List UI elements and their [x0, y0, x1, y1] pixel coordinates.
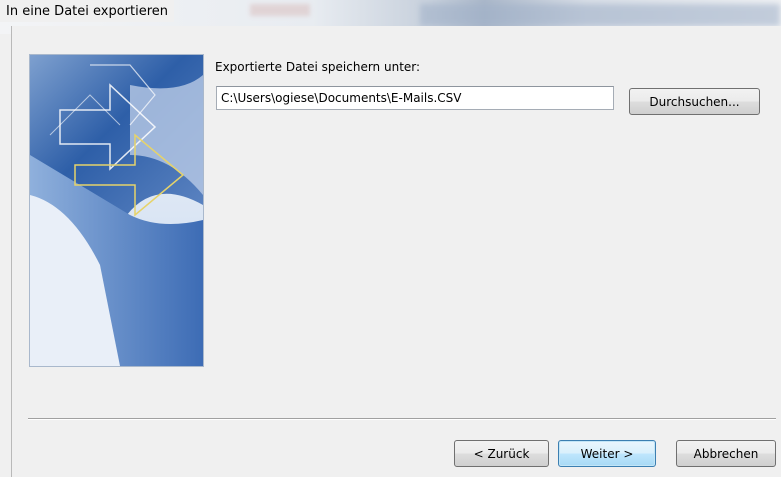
- window-title-bar[interactable]: In eine Datei exportieren: [0, 0, 175, 22]
- export-wizard-banner-icon: [30, 55, 203, 366]
- export-path-input[interactable]: [216, 86, 614, 110]
- background-blur: [250, 4, 310, 16]
- footer-separator: [28, 418, 776, 420]
- back-button[interactable]: < Zurück: [454, 440, 549, 467]
- next-button[interactable]: Weiter >: [558, 440, 656, 467]
- browse-button[interactable]: Durchsuchen...: [629, 88, 760, 115]
- save-location-label: Exportierte Datei speichern unter:: [215, 60, 421, 74]
- background-blur: [420, 4, 780, 26]
- cancel-button[interactable]: Abbrechen: [676, 440, 776, 467]
- window-title: In eine Datei exportieren: [6, 3, 169, 19]
- export-wizard-banner: [29, 54, 204, 367]
- export-dialog: Exportierte Datei speichern unter: Durch…: [11, 26, 781, 477]
